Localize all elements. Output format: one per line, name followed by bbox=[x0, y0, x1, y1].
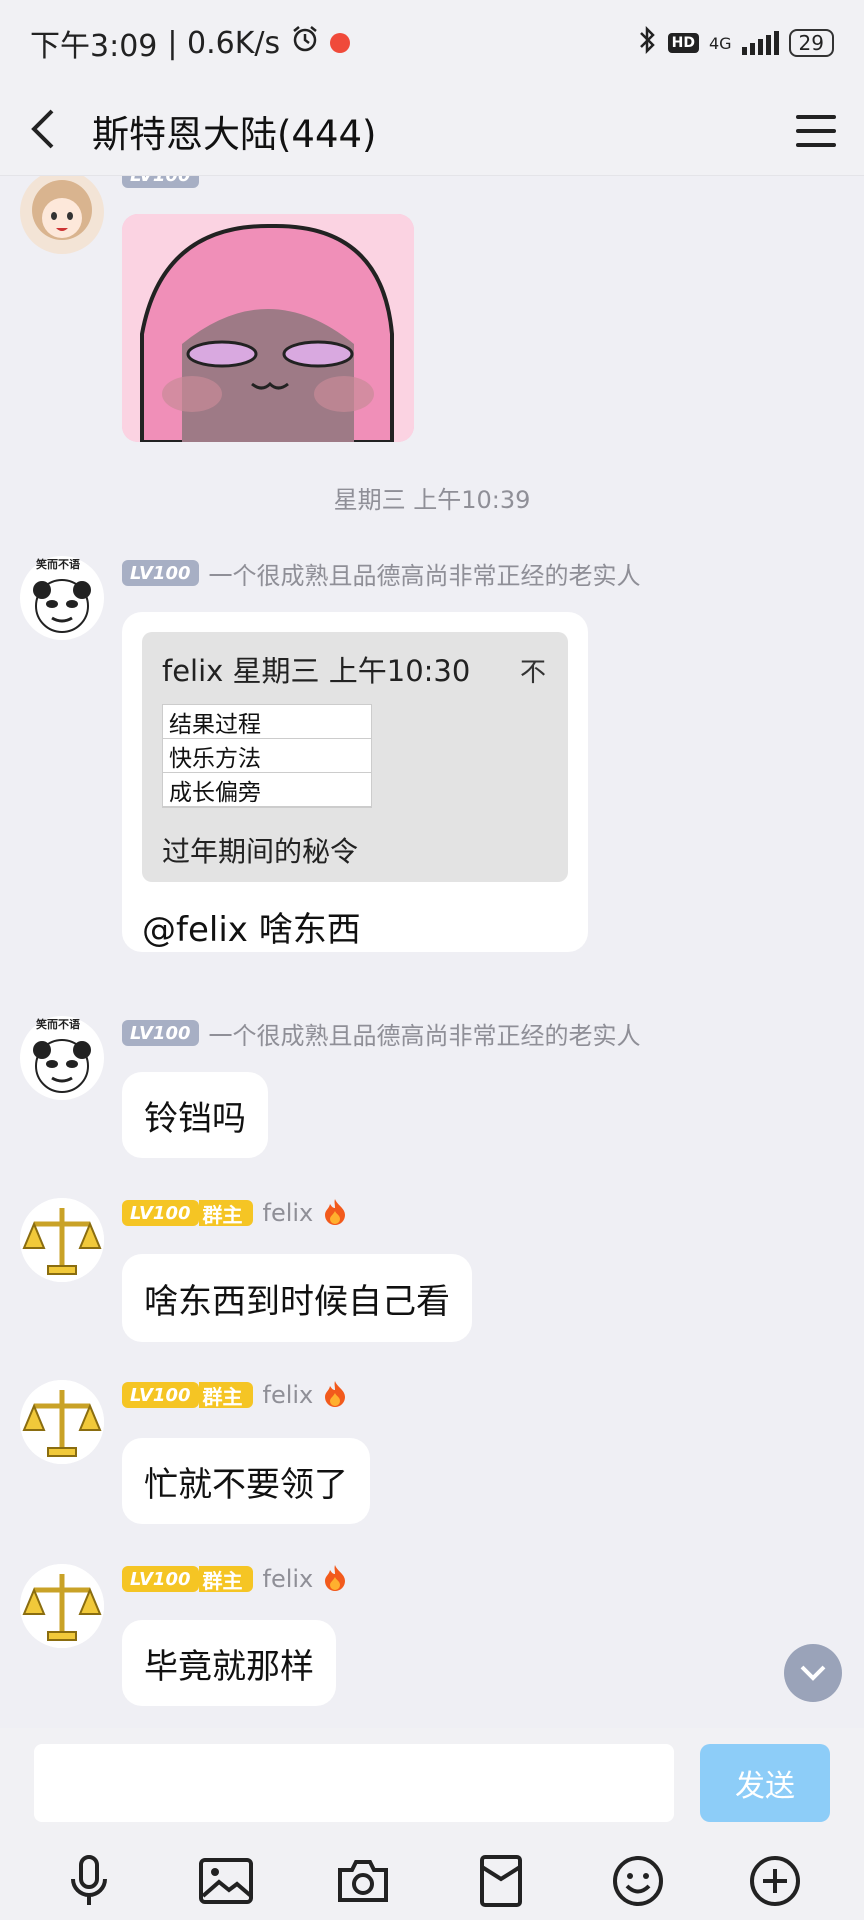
owner-badge: 群主 bbox=[198, 1200, 253, 1227]
quote-footer: 过年期间的秘令 bbox=[162, 835, 359, 868]
fire-icon bbox=[323, 1197, 347, 1229]
chat-area[interactable]: LV100 星期三 上午10:39 笑而不语 LV100 一个很成熟且品德高尚非… bbox=[0, 176, 864, 1728]
hd-badge: HD bbox=[667, 33, 699, 53]
image-icon[interactable] bbox=[196, 1851, 256, 1911]
sender-nickname: 一个很成熟且品德高尚非常正经的老实人 bbox=[208, 1021, 641, 1050]
red-packet-icon[interactable] bbox=[471, 1851, 531, 1911]
avatar[interactable] bbox=[20, 1198, 104, 1282]
microphone-icon[interactable] bbox=[59, 1851, 119, 1911]
input-bar: 发送 bbox=[0, 1728, 864, 1920]
avatar[interactable] bbox=[20, 176, 104, 254]
message-bubble[interactable]: 毕竟就那样 bbox=[122, 1620, 336, 1706]
quote-header: felix 星期三 上午10:30 bbox=[162, 654, 471, 688]
back-arrow-icon[interactable] bbox=[28, 107, 58, 155]
message-bubble[interactable]: 啥东西到时候自己看 bbox=[122, 1254, 472, 1342]
status-bar: 下午3:09 | 0.6K/s HD 4G 29 bbox=[0, 0, 864, 86]
sender-nickname: felix bbox=[262, 1381, 314, 1409]
input-toolbar bbox=[0, 1846, 864, 1916]
reply-bubble[interactable]: felix 星期三 上午10:30 不 结果过程 快乐方法 成长偏旁 过年期间的… bbox=[122, 612, 588, 952]
avatar[interactable] bbox=[20, 1564, 104, 1648]
sender-meta: LV100 群主 felix bbox=[122, 1564, 347, 1594]
message-bubble[interactable]: 忙就不要领了 bbox=[122, 1438, 370, 1524]
level-badge: LV100 bbox=[122, 1020, 199, 1046]
network-speed: | 0.6K/s bbox=[167, 25, 281, 61]
emoji-icon[interactable] bbox=[608, 1851, 668, 1911]
camera-icon[interactable] bbox=[333, 1851, 393, 1911]
plus-icon[interactable] bbox=[745, 1851, 805, 1911]
message-input[interactable] bbox=[34, 1744, 674, 1822]
alarm-icon bbox=[290, 24, 320, 62]
scroll-to-bottom-button[interactable] bbox=[784, 1644, 842, 1702]
sender-nickname: felix bbox=[262, 1199, 314, 1227]
sticker-image[interactable] bbox=[122, 214, 414, 442]
quote-table-row: 成长偏旁 bbox=[163, 773, 371, 807]
level-badge: LV100 bbox=[122, 1382, 199, 1408]
sender-meta: LV100 群主 felix bbox=[122, 1380, 347, 1410]
sender-meta: LV100 bbox=[122, 176, 199, 190]
sender-meta: LV100 群主 felix bbox=[122, 1198, 347, 1228]
fire-icon bbox=[323, 1563, 347, 1595]
sender-nickname: 一个很成熟且品德高尚非常正经的老实人 bbox=[208, 561, 641, 590]
message-bubble[interactable]: 铃铛吗 bbox=[122, 1072, 268, 1158]
signal-icon bbox=[741, 31, 779, 55]
battery-indicator: 29 bbox=[788, 29, 834, 57]
sender-meta: LV100 一个很成熟且品德高尚非常正经的老实人 bbox=[122, 1018, 641, 1050]
menu-icon[interactable] bbox=[796, 114, 836, 147]
level-badge: LV100 bbox=[122, 176, 199, 188]
quote-table-row: 结果过程 bbox=[163, 705, 371, 739]
group-title: 斯特恩大陆(444) bbox=[92, 112, 377, 156]
avatar[interactable] bbox=[20, 1380, 104, 1464]
level-badge: LV100 bbox=[122, 560, 199, 586]
avatar-caption: 笑而不语 bbox=[36, 1018, 80, 1031]
notification-dot-icon bbox=[330, 33, 351, 53]
owner-badge: 群主 bbox=[198, 1566, 253, 1593]
chat-header: 斯特恩大陆(444) bbox=[0, 86, 864, 176]
quote-pin-icon[interactable]: 不 bbox=[520, 652, 546, 689]
quoted-image: 结果过程 快乐方法 成长偏旁 bbox=[162, 704, 372, 808]
chevron-down-icon bbox=[800, 1665, 826, 1681]
network-type: 4G bbox=[708, 33, 732, 53]
owner-badge: 群主 bbox=[198, 1382, 253, 1409]
quoted-message[interactable]: felix 星期三 上午10:30 不 结果过程 快乐方法 成长偏旁 过年期间的… bbox=[142, 632, 568, 882]
sender-nickname: felix bbox=[262, 1565, 314, 1593]
quote-table-row: 快乐方法 bbox=[163, 739, 371, 773]
level-badge: LV100 bbox=[122, 1566, 199, 1592]
level-badge: LV100 bbox=[122, 1200, 199, 1226]
bluetooth-icon bbox=[638, 25, 658, 61]
fire-icon bbox=[323, 1379, 347, 1411]
sender-meta: LV100 一个很成熟且品德高尚非常正经的老实人 bbox=[122, 558, 641, 590]
message-timestamp: 星期三 上午10:39 bbox=[333, 486, 531, 514]
send-button[interactable]: 发送 bbox=[700, 1744, 830, 1822]
avatar-caption: 笑而不语 bbox=[36, 558, 80, 571]
reply-text: @felix 啥东西 bbox=[142, 910, 361, 950]
status-time: 下午3:09 bbox=[30, 29, 158, 64]
